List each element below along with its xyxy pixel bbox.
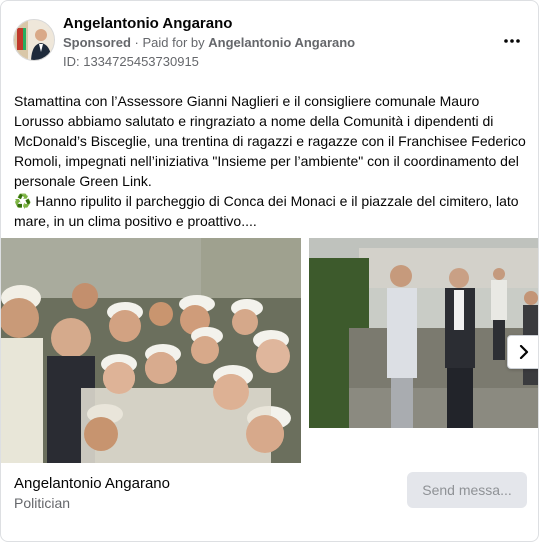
post-paragraph: Stamattina con l’Assessore Gianni Naglie… <box>14 93 526 189</box>
carousel-next-button[interactable] <box>507 335 538 369</box>
ad-card: Angelantonio Angarano Sponsored · Paid f… <box>0 0 539 542</box>
send-message-button[interactable]: Send messa... <box>407 472 527 508</box>
paid-for-name[interactable]: Angelantonio Angarano <box>208 35 355 50</box>
chevron-right-icon <box>519 345 529 359</box>
post-text: Stamattina con l’Assessore Gianni Naglie… <box>14 91 529 231</box>
post-paragraph: ♻️ Hanno ripulito il parcheggio di Conca… <box>14 191 529 231</box>
footer-page-name[interactable]: Angelantonio Angarano <box>14 475 170 492</box>
carousel-photo[interactable] <box>309 238 538 428</box>
page-name[interactable]: Angelantonio Angarano <box>63 15 232 32</box>
more-options-button[interactable] <box>498 31 526 51</box>
avatar[interactable] <box>13 19 55 61</box>
sponsored-line: Sponsored · Paid for by Angelantonio Ang… <box>63 35 355 50</box>
ad-id: ID: 1334725453730915 <box>63 54 199 69</box>
paid-for-prefix: Paid for by <box>142 35 205 50</box>
more-horizontal-icon <box>504 39 520 43</box>
post-paragraph-text: Hanno ripulito il parcheggio di Conca de… <box>14 193 519 229</box>
recycle-icon: ♻️ <box>14 193 32 209</box>
footer-category: Politician <box>14 495 71 511</box>
photo-carousel[interactable] <box>1 238 538 463</box>
ad-header: Angelantonio Angarano Sponsored · Paid f… <box>13 13 526 73</box>
carousel-photo[interactable] <box>1 238 301 463</box>
sponsored-label: Sponsored <box>63 35 131 50</box>
